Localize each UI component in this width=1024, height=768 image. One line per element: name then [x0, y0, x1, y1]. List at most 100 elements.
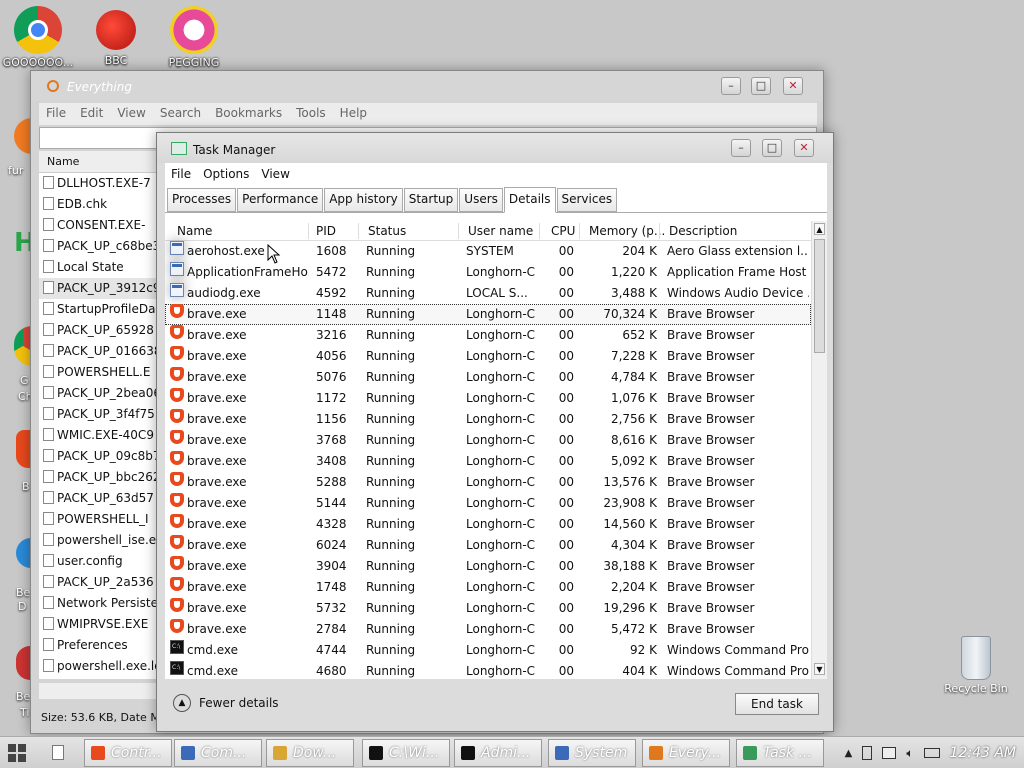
battery-icon[interactable] — [862, 746, 873, 760]
table-row[interactable]: cmd.exe 4744 Running Longhorn-C 00 92 K Window… — [165, 640, 811, 661]
tab-performance[interactable]: Performance — [237, 188, 324, 212]
column-header-status[interactable]: Status — [368, 224, 406, 238]
desktop-icon-label: Be — [16, 690, 31, 703]
table-row[interactable]: brave.exe 3768 Running Longhorn-C 00 8,616 K B… — [165, 430, 811, 451]
fewer-details-button[interactable]: ▲ Fewer details — [173, 694, 279, 712]
cell-pid: 2784 — [316, 622, 347, 636]
table-row[interactable]: brave.exe 5144 Running Longhorn-C 00 23,908 K… — [165, 493, 811, 514]
cmd-icon — [170, 661, 184, 675]
table-row[interactable]: brave.exe 1172 Running Longhorn-C 00 1,076 K B… — [165, 388, 811, 409]
menu-bookmarks[interactable]: Bookmarks — [208, 103, 289, 123]
table-row[interactable]: brave.exe 5732 Running Longhorn-C 00 19,296 K… — [165, 598, 811, 619]
table-row[interactable]: brave.exe 3408 Running Longhorn-C 00 5,092 K B… — [165, 451, 811, 472]
show-hidden-icons-icon[interactable]: ▲ — [845, 748, 853, 759]
taskbar-item[interactable]: Admi... — [454, 739, 542, 767]
taskbar-item[interactable]: Task ... — [736, 739, 824, 767]
menu-file[interactable]: File — [39, 103, 73, 123]
desktop-icon-pegging[interactable]: PEGGING — [158, 6, 230, 69]
file-icon — [43, 554, 54, 567]
vertical-scrollbar[interactable]: ▲ ▼ — [811, 221, 827, 679]
tab-processes[interactable]: Processes — [167, 188, 237, 212]
cell-name: brave.exe — [187, 496, 247, 510]
window-title: Task Manager — [193, 143, 276, 157]
file-name: Network Persiste — [57, 596, 158, 610]
file-name: PACK_UP_2bea06 — [57, 386, 161, 400]
cell-user: Longhorn-C — [466, 559, 536, 573]
table-row[interactable]: brave.exe 4328 Running Longhorn-C 00 14,560 K… — [165, 514, 811, 535]
column-header-cpu[interactable]: CPU — [551, 224, 575, 238]
cell-user: Longhorn-C — [466, 412, 536, 426]
menu-file[interactable]: File — [165, 163, 197, 185]
table-row[interactable]: aerohost.exe 1608 Running SYSTEM 00 204 K Aero… — [165, 241, 811, 262]
file-name: WMIPRVSE.EXE — [57, 617, 149, 631]
table-row[interactable]: brave.exe 1148 Running Longhorn-C 00 70,324 K… — [165, 304, 811, 325]
start-button[interactable] — [8, 744, 26, 762]
network-icon[interactable] — [882, 747, 897, 759]
column-header-name[interactable]: Name — [177, 224, 212, 238]
cell-status: Running — [366, 433, 416, 447]
cell-cpu: 00 — [558, 307, 574, 321]
table-row[interactable]: audiodg.exe 4592 Running LOCAL S... 00 3,488 … — [165, 283, 811, 304]
column-header-memory[interactable]: Memory (p... — [589, 224, 665, 238]
cell-pid: 3768 — [316, 433, 347, 447]
maximize-button[interactable]: □ — [751, 77, 771, 95]
table-row[interactable]: brave.exe 5288 Running Longhorn-C 00 13,576 K… — [165, 472, 811, 493]
close-button[interactable]: ✕ — [794, 139, 814, 157]
column-header-pid[interactable]: PID — [316, 224, 336, 238]
volume-icon[interactable]: 🔈︎ — [906, 746, 913, 761]
menu-view[interactable]: View — [110, 103, 152, 123]
menu-edit[interactable]: Edit — [73, 103, 110, 123]
taskbar-item[interactable]: System — [548, 739, 636, 767]
taskbar-item[interactable]: Com... — [174, 739, 262, 767]
table-row[interactable]: brave.exe 3216 Running Longhorn-C 00 652 K Bra… — [165, 325, 811, 346]
close-button[interactable]: ✕ — [783, 77, 803, 95]
everything-titlebar[interactable]: Everything – □ ✕ — [31, 71, 823, 101]
tab-services[interactable]: Services — [556, 188, 618, 212]
table-row[interactable]: brave.exe 4056 Running Longhorn-C 00 7,228 K B… — [165, 346, 811, 367]
scroll-down-icon[interactable]: ▼ — [814, 663, 825, 675]
end-task-button[interactable]: End task — [735, 693, 819, 715]
column-header-description[interactable]: Description — [669, 224, 737, 238]
file-explorer-icon[interactable] — [52, 745, 64, 760]
cell-desc: Brave Browser — [667, 475, 755, 489]
desktop-icon-bbc[interactable]: BBC — [80, 6, 152, 67]
minimize-button[interactable]: – — [731, 139, 751, 157]
file-icon — [43, 428, 54, 441]
tab-startup[interactable]: Startup — [403, 188, 459, 212]
scroll-up-icon[interactable]: ▲ — [814, 223, 825, 235]
taskbar-item[interactable]: Dow... — [266, 739, 354, 767]
cell-pid: 3904 — [316, 559, 347, 573]
table-row[interactable]: brave.exe 1156 Running Longhorn-C 00 2,756 K B… — [165, 409, 811, 430]
table-row[interactable]: cmd.exe 4680 Running Longhorn-C 00 404 K Windo… — [165, 661, 811, 679]
table-row[interactable]: brave.exe 1748 Running Longhorn-C 00 2,204 K B… — [165, 577, 811, 598]
table-row[interactable]: ApplicationFrameHo... 5472 Running Longhorn… — [165, 262, 811, 283]
menu-options[interactable]: Options — [197, 163, 255, 185]
tab-users[interactable]: Users — [459, 188, 503, 212]
table-row[interactable]: brave.exe 3904 Running Longhorn-C 00 38,188 K… — [165, 556, 811, 577]
desktop-icon-chrome[interactable]: GOOOOOO... — [2, 6, 74, 69]
minimize-button[interactable]: – — [721, 77, 741, 95]
maximize-button[interactable]: □ — [762, 139, 782, 157]
table-row[interactable]: brave.exe 5076 Running Longhorn-C 00 4,784 K B… — [165, 367, 811, 388]
cell-name: ApplicationFrameHo... — [187, 265, 309, 279]
menu-help[interactable]: Help — [333, 103, 374, 123]
table-row[interactable]: brave.exe 2784 Running Longhorn-C 00 5,472 K B… — [165, 619, 811, 640]
column-header-user-name[interactable]: User name — [468, 224, 533, 238]
scrollbar-thumb[interactable] — [814, 239, 825, 353]
menu-view[interactable]: View — [255, 163, 295, 185]
taskbar-item[interactable]: Every... — [642, 739, 730, 767]
file-name: PACK_UP_63d57 — [57, 491, 154, 505]
tab-details[interactable]: Details — [503, 187, 556, 213]
taskbar-item[interactable]: Contr... — [84, 739, 172, 767]
menu-tools[interactable]: Tools — [289, 103, 333, 123]
table-row[interactable]: brave.exe 6024 Running Longhorn-C 00 4,304 K B… — [165, 535, 811, 556]
taskbar-item[interactable]: C:\Wi... — [362, 739, 450, 767]
task-manager-titlebar[interactable]: Task Manager – □ ✕ — [157, 133, 833, 163]
menu-search[interactable]: Search — [153, 103, 208, 123]
keyboard-icon[interactable] — [923, 748, 940, 758]
tab-app-history[interactable]: App history — [324, 188, 403, 212]
recycle-bin[interactable]: Recycle Bin — [938, 636, 1014, 695]
cell-status: Running — [366, 244, 416, 258]
clock[interactable]: 12:43 AM — [950, 745, 1016, 761]
cell-status: Running — [366, 580, 416, 594]
